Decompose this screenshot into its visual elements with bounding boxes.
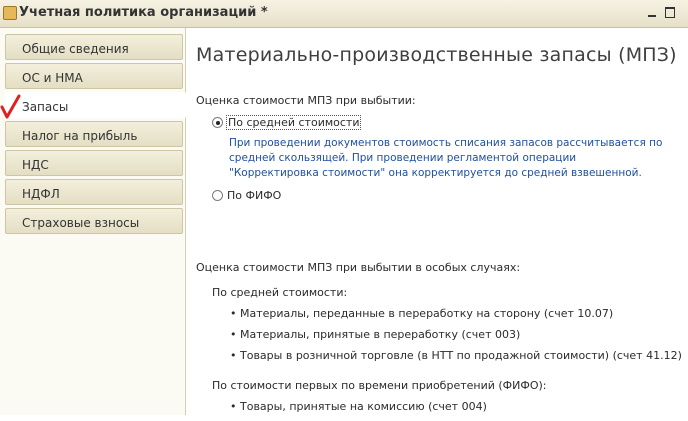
valuation-label: Оценка стоимости МПЗ при выбытии: [196,94,416,107]
average-cost-group-label: По средней стоимости: [212,286,348,299]
special-cases-label: Оценка стоимости МПЗ при выбытии в особы… [196,261,521,274]
window-title: Учетная политика организаций * [19,5,268,20]
sidebar-item-vat[interactable]: НДС [5,150,183,176]
app-icon [3,6,17,20]
fifo-list: Товары, принятые на комиссию (счет 004) [230,400,487,421]
sidebar-item-insurance[interactable]: Страховые взносы [5,208,183,234]
list-item: Товары, принятые на комиссию (счет 004) [230,400,487,421]
window-titlebar: Учетная политика организаций * [0,0,688,28]
list-item: Товары в розничной торговле (в НТТ по пр… [230,349,682,370]
valuation-hint: При проведении документов стоимость спис… [229,137,663,179]
sidebar-item-label: НДС [22,158,49,172]
sidebar-item-label: Общие сведения [22,42,129,56]
main-panel: Материально-производственные запасы (МПЗ… [186,28,688,415]
sidebar-item-fixed-assets[interactable]: ОС и НМА [5,63,183,89]
sidebar-item-label: НДФЛ [22,187,60,201]
list-item: Материалы, переданные в переработку на с… [230,307,682,328]
radio-average-cost[interactable] [212,117,223,128]
minimize-icon[interactable] [646,6,658,18]
maximize-icon[interactable] [664,6,676,18]
red-checkmark-annotation [0,94,21,119]
list-item: Материалы, принятые в переработку (счет … [230,328,682,349]
average-cost-list: Материалы, переданные в переработку на с… [230,307,682,370]
sidebar-item-profit-tax[interactable]: Налог на прибыль [5,121,183,147]
sidebar: Общие сведения ОС и НМА Запасы Налог на … [0,28,186,415]
sidebar-item-label: Налог на прибыль [22,129,138,143]
fifo-group-label: По стоимости первых по времени приобрете… [212,379,547,392]
sidebar-item-label: Запасы [22,100,69,114]
radio-fifo-label[interactable]: По ФИФО [227,189,281,202]
page-title: Материально-производственные запасы (МПЗ… [196,44,677,66]
sidebar-item-inventory[interactable]: Запасы [5,92,186,118]
radio-fifo[interactable] [212,190,223,201]
sidebar-item-label: Страховые взносы [22,216,140,230]
radio-average-cost-label[interactable]: По средней стоимости [225,115,362,130]
sidebar-item-income-tax[interactable]: НДФЛ [5,179,183,205]
sidebar-item-general[interactable]: Общие сведения [5,34,183,60]
sidebar-item-label: ОС и НМА [22,71,83,85]
